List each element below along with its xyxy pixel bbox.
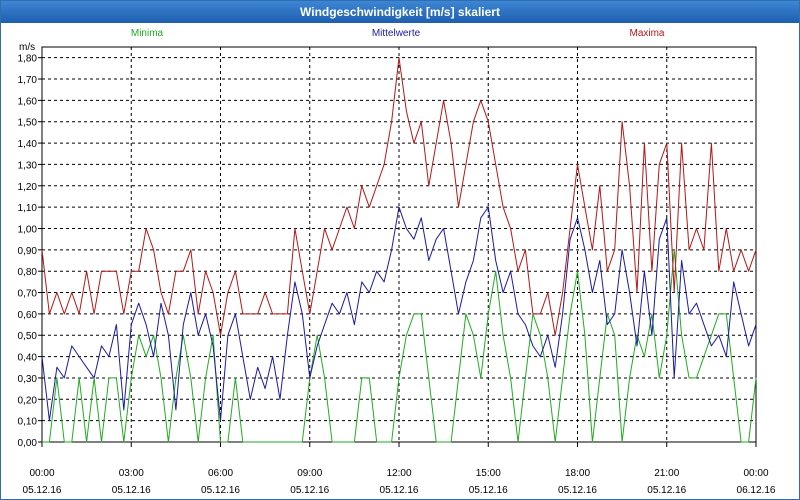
y-tick-label: 0,70 [18, 289, 38, 300]
y-tick-label: 1,70 [18, 75, 38, 86]
legend-maxima: Maxima [629, 28, 664, 39]
grid [42, 47, 756, 442]
x-tick-time: 09:00 [297, 468, 322, 479]
x-tick-time: 12:00 [386, 468, 411, 479]
x-tick-date: 05.12.16 [469, 485, 508, 496]
chart-plot: 0,00 0,10 0,20 0,30 0,40 0,50 0,60 0,70 0,80 0,90… [18, 28, 776, 496]
y-tick-label: 1,30 [18, 160, 38, 171]
x-tick-time: 03:00 [119, 468, 144, 479]
y-tick-label: 1,60 [18, 96, 38, 107]
y-tick-label: 1,10 [18, 203, 38, 214]
y-tick-label: 1,40 [18, 139, 38, 150]
y-tick-label: 0,90 [18, 246, 38, 257]
y-axis-label: m/s [19, 42, 35, 53]
y-tick-label: 0,60 [18, 310, 38, 321]
x-tick-date: 05.12.16 [380, 485, 419, 496]
plot-frame [41, 46, 757, 443]
window-title: Windgeschwindigkeit [m/s] skaliert [1, 1, 799, 23]
x-tick-time: 21:00 [654, 468, 679, 479]
y-tick-label: 1,80 [18, 54, 38, 65]
x-tick-time: 00:00 [743, 468, 768, 479]
x-tick-time: 18:00 [565, 468, 590, 479]
x-tick-date: 05.12.16 [558, 485, 597, 496]
x-tick-date: 05.12.16 [647, 485, 686, 496]
x-tick-date: 05.12.16 [112, 485, 151, 496]
legend-minima: Minima [131, 28, 164, 39]
y-tick-label: 0,40 [18, 353, 38, 364]
chart-window: Windgeschwindigkeit [m/s] skaliert 0,00 0… [0, 0, 800, 500]
legend-mittelwerte: Mittelwerte [372, 28, 421, 39]
y-tick-label: 1,00 [18, 224, 38, 235]
x-tick-date: 05.12.16 [201, 485, 240, 496]
x-tick-date: 05.12.16 [23, 485, 62, 496]
y-tick-label: 0,30 [18, 374, 38, 385]
x-tick-time: 06:00 [208, 468, 233, 479]
y-tick-label: 1,20 [18, 182, 38, 193]
x-tick-time: 00:00 [29, 468, 54, 479]
x-tick-time: 15:00 [476, 468, 501, 479]
x-tick-date: 06.12.16 [737, 485, 776, 496]
y-tick-label: 0,50 [18, 331, 38, 342]
legend: Minima Mittelwerte Maxima [131, 28, 665, 39]
y-tick-label: 1,50 [18, 118, 38, 129]
y-tick-label: 0,00 [18, 438, 38, 449]
y-tick-label: 0,10 [18, 417, 38, 428]
y-tick-label: 0,80 [18, 267, 38, 278]
x-tick-date: 05.12.16 [290, 485, 329, 496]
y-tick-label: 0,20 [18, 395, 38, 406]
